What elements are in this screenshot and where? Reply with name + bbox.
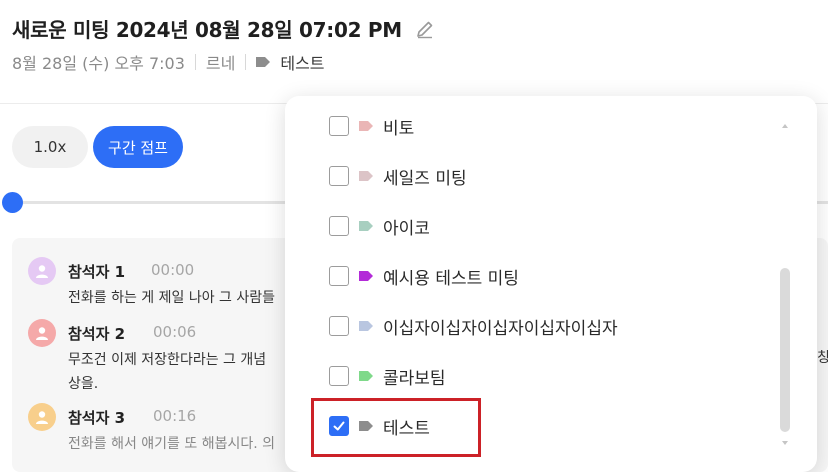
tag-option-bito[interactable]: 비토 — [329, 112, 414, 140]
tag-option-label: 세일즈 미팅 — [383, 168, 467, 189]
speaker-name: 참석자 2 — [68, 325, 126, 343]
section-jump-button[interactable]: 구간 점프 — [93, 126, 183, 168]
avatar — [28, 403, 56, 431]
meeting-header: 새로운 미팅 2024년 08월 28일 07:02 PM 8월 28일 (수)… — [0, 0, 828, 104]
seek-handle[interactable] — [2, 192, 23, 213]
speaker-name: 참석자 1 — [68, 263, 126, 281]
tag-option-label: 콜라보팀 — [383, 368, 446, 389]
checkbox[interactable] — [329, 216, 349, 236]
scroll-down-arrow-icon[interactable] — [782, 441, 788, 445]
transcript-line: 상을. — [68, 376, 99, 392]
tag-option-long-name[interactable]: 이십자이십자이십자이십자이십자 — [329, 312, 618, 340]
pencil-icon[interactable] — [414, 18, 436, 40]
transcript-line: 무조건 이제 저장한다라는 그 개념 — [68, 352, 267, 368]
user-icon — [36, 411, 48, 424]
page-title: 새로운 미팅 2024년 08월 28일 07:02 PM — [12, 18, 402, 42]
tag-icon — [359, 271, 373, 281]
meta-row: 8월 28일 (수) 오후 7:03 르네 테스트 — [12, 50, 325, 74]
tag-icon — [256, 57, 271, 67]
transcript-line: 전화를 해서 얘기를 또 해봅시다. 의 — [68, 436, 276, 452]
transcript-line: 전화를 하는 게 제일 나아 그 사람들 — [68, 290, 276, 306]
divider — [245, 54, 247, 70]
tag-option-label: 예시용 테스트 미팅 — [383, 268, 519, 289]
timestamp[interactable]: 00:16 — [153, 407, 196, 425]
user-icon — [36, 265, 48, 278]
checkbox[interactable] — [329, 366, 349, 386]
checkbox[interactable] — [329, 116, 349, 136]
timestamp[interactable]: 00:00 — [151, 261, 194, 279]
tag-option-label: 이십자이십자이십자이십자이십자 — [383, 318, 618, 339]
selection-highlight-box — [311, 398, 481, 457]
meeting-tag[interactable]: 테스트 — [280, 50, 324, 74]
avatar — [28, 319, 56, 347]
checkbox[interactable] — [329, 166, 349, 186]
avatar — [28, 257, 56, 285]
tag-icon — [359, 171, 373, 181]
title-row: 새로운 미팅 2024년 08월 28일 07:02 PM — [12, 14, 436, 43]
tag-icon — [359, 321, 373, 331]
speaker-name: 참석자 3 — [68, 409, 126, 427]
tag-icon — [359, 121, 373, 131]
dropdown-scrollbar[interactable] — [780, 268, 790, 432]
checkbox[interactable] — [329, 316, 349, 336]
user-icon — [36, 327, 48, 340]
clipped-text: 칭 — [817, 350, 828, 366]
tag-option-sales-meeting[interactable]: 세일즈 미팅 — [329, 162, 467, 190]
scroll-up-arrow-icon[interactable] — [782, 124, 788, 128]
tag-option-sample-test-meeting[interactable]: 예시용 테스트 미팅 — [329, 262, 519, 290]
tag-option-label: 아이코 — [383, 218, 430, 239]
tag-option-aiko[interactable]: 아이코 — [329, 212, 430, 240]
playback-speed-button[interactable]: 1.0x — [12, 126, 88, 168]
divider — [194, 54, 196, 70]
timestamp[interactable]: 00:06 — [153, 323, 196, 341]
tag-icon — [359, 371, 373, 381]
meeting-date: 8월 28일 (수) 오후 7:03 — [12, 54, 185, 73]
checkbox[interactable] — [329, 266, 349, 286]
tag-option-collab-team[interactable]: 콜라보팀 — [329, 362, 446, 390]
tag-option-label: 비토 — [383, 118, 415, 139]
meeting-owner: 르네 — [205, 54, 236, 73]
tag-icon — [359, 221, 373, 231]
